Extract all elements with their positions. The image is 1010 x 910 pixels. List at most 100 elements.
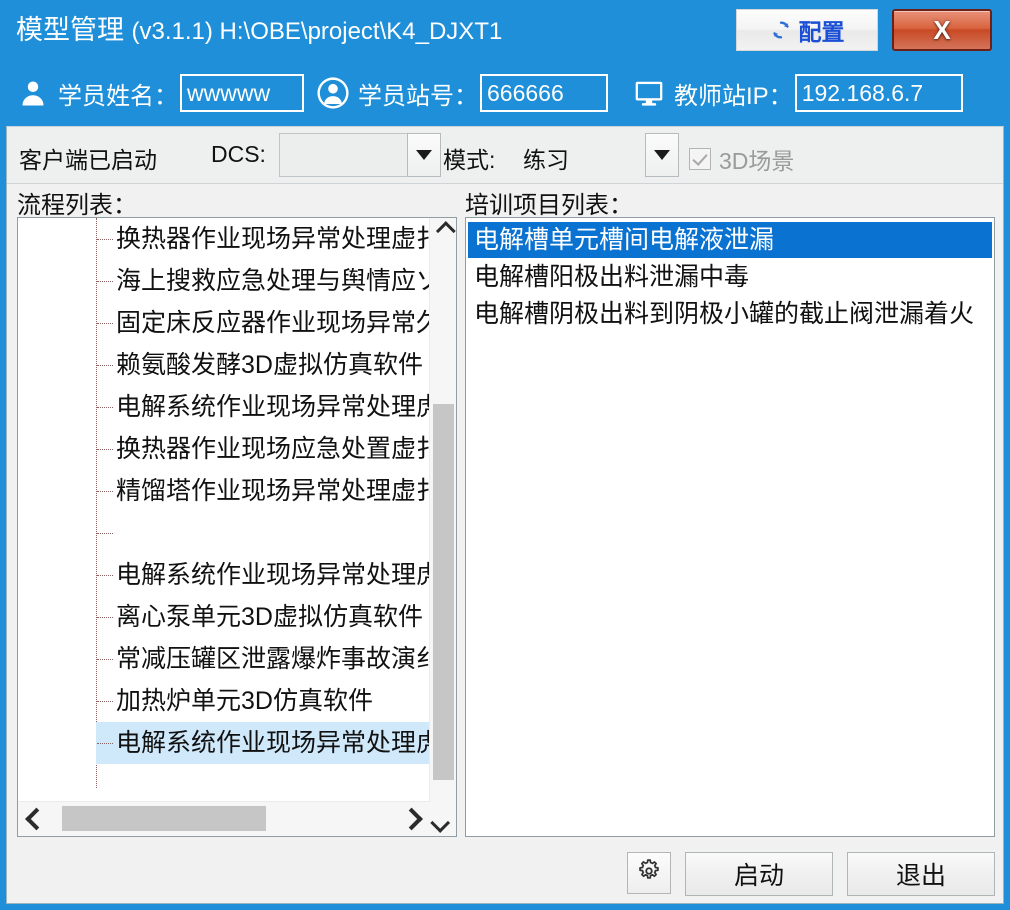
title-bar: 模型管理 (v3.1.1) H:\OBE\project\K4_DJXT1 配置…	[0, 0, 1010, 62]
process-tree-item-label: 离心泵单元3D虚拟仿真软件	[116, 603, 423, 631]
page-title: 模型管理 (v3.1.1) H:\OBE\project\K4_DJXT1	[16, 8, 502, 47]
student-station-field-group: 学员站号：	[316, 72, 608, 114]
scroll-down-button[interactable]	[430, 810, 456, 836]
process-tree-item-label: 电解系统作业现场异常处理虎	[116, 561, 432, 589]
mode-select-arrow[interactable]	[645, 133, 679, 177]
tree-branch-dash	[97, 365, 113, 366]
training-list-item[interactable]: 电解槽阴极出料到阴极小罐的截止阀泄漏着火	[468, 296, 992, 332]
gear-icon	[636, 858, 662, 889]
scene3d-label: 3D场景	[719, 148, 795, 174]
process-tree-item[interactable]: 换热器作业现场应急处置虚扌	[18, 428, 432, 470]
process-tree-item[interactable]: 精馏塔作业现场异常处理虚扌	[18, 470, 432, 512]
process-tree-item-label: 固定床反应器作业现场异常久	[116, 309, 432, 337]
monitor-icon	[632, 76, 666, 110]
mode-label: 模式:	[443, 147, 496, 173]
chevron-down-icon	[430, 813, 451, 833]
student-station-input[interactable]	[480, 74, 608, 112]
chevron-up-icon	[435, 221, 456, 241]
tree-branch-dash	[97, 407, 113, 408]
tree-branch-dash	[97, 491, 113, 492]
scroll-right-button[interactable]	[396, 802, 430, 835]
chevron-down-icon	[416, 150, 432, 160]
tree-branch-dash	[97, 323, 113, 324]
training-list-item[interactable]: 电解槽单元槽间电解液泄漏	[468, 222, 992, 258]
vertical-scroll-thumb[interactable]	[433, 404, 454, 780]
checkbox-check-icon	[689, 148, 711, 170]
start-button-label: 启动	[733, 862, 784, 890]
dcs-select[interactable]	[279, 133, 407, 177]
process-tree-item-label: 换热器作业现场异常处理虚扌	[116, 225, 432, 253]
process-tree-item-label: 电解系统作业现场异常处理虎	[116, 729, 432, 757]
process-list-vertical-scrollbar[interactable]	[429, 218, 456, 836]
teacher-ip-label: 教师站IP：	[674, 82, 793, 110]
tree-branch-dash	[97, 659, 113, 660]
refresh-icon	[770, 19, 792, 41]
process-tree-item[interactable]: 加热炉单元3D仿真软件	[18, 680, 432, 722]
process-tree-item[interactable]: 换热器作业现场异常处理虚扌	[18, 218, 432, 260]
process-tree-item-label: 加热炉单元3D仿真软件	[116, 687, 373, 715]
process-tree-item[interactable]: 电解系统作业现场异常处理虎	[96, 722, 432, 764]
process-tree-item[interactable]: 电解系统作业现场异常处理虎	[18, 554, 432, 596]
title-main: 模型管理	[16, 15, 124, 45]
client-status-text: 客户端已启动	[19, 147, 157, 173]
scroll-left-button[interactable]	[18, 802, 52, 835]
training-items-container: 电解槽单元槽间电解液泄漏 电解槽阳极出料泄漏中毒 电解槽阴极出料到阴极小罐的截止阀泄…	[466, 222, 994, 822]
process-tree-item[interactable]: 电解系统作业现场异常处理虎	[18, 386, 432, 428]
process-tree-item[interactable]	[18, 512, 432, 554]
exit-button-label: 退出	[895, 862, 946, 890]
process-tree-item[interactable]: 固定床反应器作业现场异常久	[18, 302, 432, 344]
tree-branch-dash	[97, 743, 113, 744]
dcs-select-arrow[interactable]	[407, 133, 441, 177]
student-name-field-group: 学员姓名：	[16, 72, 304, 114]
teacher-ip-field-group: 教师站IP：	[632, 72, 963, 114]
scene3d-checkbox[interactable]: 3D场景	[689, 142, 794, 176]
exit-button[interactable]: 退出	[847, 852, 995, 896]
process-tree-item[interactable]: 离心泵单元3D虚拟仿真软件	[18, 596, 432, 638]
scroll-up-button[interactable]	[430, 218, 456, 244]
main-panel: 客户端已启动 DCS: 模式: 练习 3D场景 流程列表： 培训项目列表： 换热…	[6, 126, 1004, 904]
dcs-label: DCS:	[211, 141, 266, 167]
process-tree[interactable]: 换热器作业现场异常处理虚扌 海上搜救应急处理与舆情应ゾ 固定床反应器作业现场异常久赖…	[18, 218, 432, 810]
options-toolbar: 客户端已启动 DCS: 模式: 练习 3D场景	[7, 127, 1003, 184]
start-button[interactable]: 启动	[685, 852, 833, 896]
process-list-horizontal-scrollbar[interactable]	[18, 801, 430, 836]
app-window: 模型管理 (v3.1.1) H:\OBE\project\K4_DJXT1 配置…	[0, 0, 1010, 910]
teacher-ip-input[interactable]	[794, 74, 963, 112]
training-list-box[interactable]: 电解槽单元槽间电解液泄漏 电解槽阳极出料泄漏中毒 电解槽阴极出料到阴极小罐的截止阀泄…	[465, 217, 995, 837]
training-list-item[interactable]: 电解槽阳极出料泄漏中毒	[468, 259, 992, 295]
process-tree-item-label: 海上搜救应急处理与舆情应ゾ	[116, 267, 432, 295]
close-icon: X	[933, 15, 951, 45]
process-list-header: 流程列表：	[17, 192, 137, 219]
tree-branch-dash	[97, 533, 113, 534]
process-tree-item[interactable]: 常减压罐区泄露爆炸事故演纟	[18, 638, 432, 680]
chevron-right-icon	[400, 807, 423, 830]
process-tree-item-label: 换热器作业现场应急处置虚扌	[116, 435, 432, 463]
person-circle-icon	[316, 76, 350, 110]
user-icon	[16, 76, 50, 110]
config-button[interactable]: 配置	[736, 9, 878, 51]
field-row: 学员姓名： 学员站号：	[0, 62, 1010, 124]
chevron-left-icon	[25, 807, 48, 830]
config-button-label: 配置	[798, 19, 845, 45]
horizontal-scroll-thumb[interactable]	[62, 806, 266, 831]
student-name-input[interactable]	[180, 74, 304, 112]
settings-button[interactable]	[627, 852, 671, 894]
process-tree-item-label: 电解系统作业现场异常处理虎	[116, 393, 432, 421]
title-version-path: (v3.1.1) H:\OBE\project\K4_DJXT1	[131, 18, 503, 45]
student-station-label: 学员站号：	[358, 82, 478, 110]
process-tree-item[interactable]: 赖氨酸发酵3D虚拟仿真软件	[18, 344, 432, 386]
process-tree-item-label: 精馏塔作业现场异常处理虚扌	[116, 477, 432, 505]
student-name-label: 学员姓名：	[58, 82, 178, 110]
close-button[interactable]: X	[892, 9, 992, 51]
tree-branch-dash	[97, 239, 113, 240]
tree-branch-dash	[97, 701, 113, 702]
training-list-header: 培训项目列表：	[465, 192, 633, 219]
process-tree-item-label: 赖氨酸发酵3D虚拟仿真软件	[116, 351, 423, 379]
chevron-down-icon	[654, 150, 670, 160]
bottom-button-bar: 启动 退出	[7, 841, 1003, 903]
process-tree-item[interactable]: 海上搜救应急处理与舆情应ゾ	[18, 260, 432, 302]
tree-branch-dash	[97, 281, 113, 282]
process-list-box: 换热器作业现场异常处理虚扌 海上搜救应急处理与舆情应ゾ 固定床反应器作业现场异常久赖…	[17, 217, 457, 837]
process-tree-item-label: 常减压罐区泄露爆炸事故演纟	[116, 645, 432, 673]
tree-branch-dash	[97, 449, 113, 450]
